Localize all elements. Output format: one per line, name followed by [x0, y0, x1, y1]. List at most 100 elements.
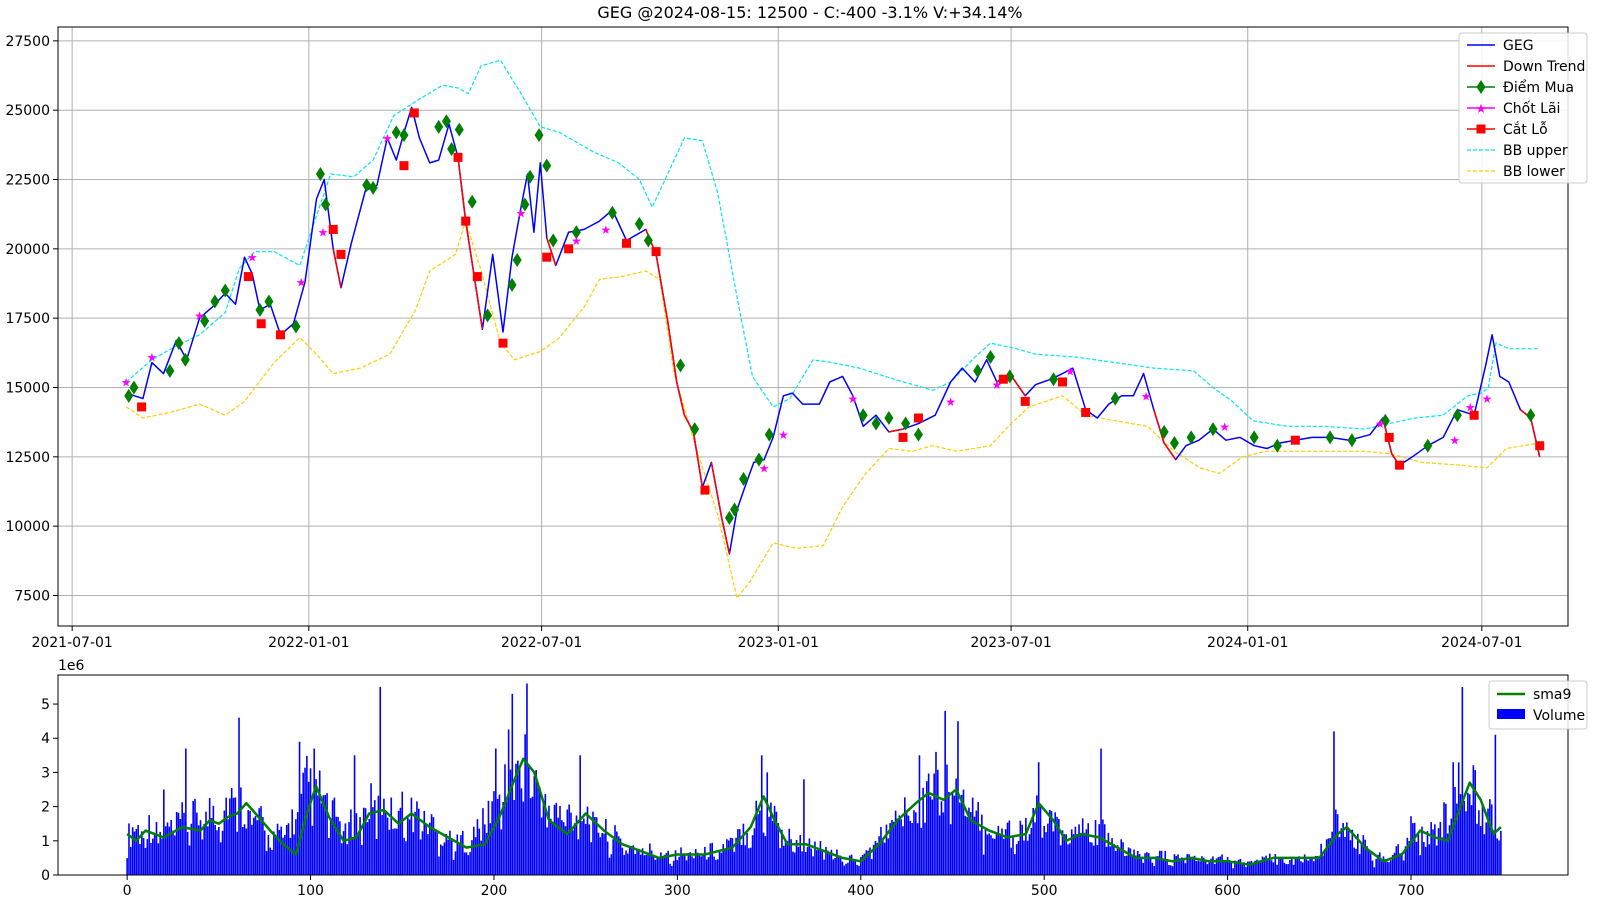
volume-bar — [566, 809, 569, 875]
volume-bar — [694, 849, 697, 875]
volume-bar — [1457, 762, 1460, 875]
volume-bar — [375, 839, 378, 875]
profit-point-marker: ★ — [318, 226, 329, 240]
volume-bar — [922, 787, 924, 875]
price-y-tick-label: 17500 — [5, 311, 50, 327]
volume-bar — [495, 748, 497, 875]
price-legend: GEG Down Trend Điểm Mua ★ Chốt Lãi Cắt L… — [1458, 32, 1588, 184]
volume-bar — [1434, 824, 1436, 875]
volume-bar — [801, 851, 803, 875]
volume-bar — [262, 817, 264, 875]
volume-bar — [1289, 860, 1291, 875]
volume-bar — [1010, 847, 1012, 875]
volume-bar — [1245, 866, 1247, 875]
volume-bar — [892, 821, 895, 875]
volume-bar — [265, 851, 268, 875]
volume-bar — [395, 828, 398, 875]
volume-bar — [1344, 836, 1346, 875]
volume-bar — [476, 819, 479, 875]
volume-bar — [445, 833, 448, 875]
volume-bar — [628, 846, 631, 875]
volume-bar — [394, 828, 396, 875]
volume-bar — [597, 832, 600, 875]
volume-bar — [164, 826, 167, 875]
volume-bar — [1463, 800, 1465, 875]
volume-bar — [1368, 850, 1370, 875]
volume-bar — [843, 865, 846, 875]
volume-bar — [1318, 856, 1321, 875]
volume-bar — [326, 793, 328, 875]
volume-bar — [377, 795, 380, 875]
volume-bar — [186, 831, 189, 875]
volume-bar — [441, 845, 444, 875]
volume-bar — [357, 832, 360, 875]
price-x-tick-label: 2023-01-01 — [738, 635, 819, 651]
volume-bar — [269, 847, 271, 875]
volume-bar — [1430, 822, 1432, 875]
volume-bar — [284, 835, 286, 875]
volume-bar — [920, 827, 923, 875]
volume-bar — [1279, 858, 1282, 875]
volume-bar — [478, 828, 481, 875]
volume-bar — [896, 818, 899, 875]
legend-swatch-volume — [1497, 709, 1525, 719]
volume-bar — [535, 770, 537, 875]
volume-bar — [625, 850, 627, 875]
volume-bar — [1219, 856, 1222, 875]
volume-bar — [1276, 864, 1278, 875]
volume-bar — [1133, 849, 1135, 875]
volume-y-tick-label: 4 — [41, 731, 50, 747]
volume-bar — [731, 838, 734, 875]
volume-bar — [142, 838, 145, 875]
volume-bar — [1025, 817, 1027, 875]
volume-bar — [946, 764, 948, 875]
volume-bar — [388, 829, 391, 875]
volume-bar — [988, 833, 990, 875]
volume-bar — [916, 823, 919, 875]
profit-point-marker: ★ — [296, 276, 307, 290]
volume-x-tick-label: 300 — [664, 883, 691, 899]
legend-label-bb-upper: BB upper — [1503, 143, 1568, 159]
volume-bar — [751, 835, 754, 875]
volume-bar — [1428, 844, 1431, 875]
volume-bar — [1074, 826, 1077, 875]
volume-bar — [605, 819, 607, 875]
volume-bar — [1426, 831, 1429, 875]
volume-bar — [414, 811, 416, 875]
volume-bar — [559, 806, 561, 875]
volume-bar — [550, 818, 552, 875]
volume-bar — [225, 797, 227, 875]
volume-bar — [1481, 803, 1484, 875]
chart-root: GEG @2024-08-15: 12500 - C:-400 -3.1% V:… — [0, 0, 1600, 900]
volume-bar — [759, 810, 761, 875]
volume-bar — [461, 830, 464, 875]
volume-bar — [1129, 848, 1132, 875]
volume-bar — [1386, 861, 1388, 875]
volume-bar — [1340, 828, 1343, 875]
volume-bar — [645, 854, 647, 875]
volume-bar — [1239, 858, 1242, 875]
volume-bar — [1037, 762, 1040, 875]
volume-bar — [1311, 857, 1313, 875]
volume-bar — [236, 831, 238, 875]
volume-bar — [658, 857, 660, 875]
loss-point-marker — [461, 216, 471, 226]
volume-bar — [793, 852, 796, 875]
volume-bar — [1379, 852, 1381, 875]
price-x-tick-label: 2022-01-01 — [268, 635, 349, 651]
volume-bar — [496, 798, 499, 875]
volume-bar — [1080, 834, 1082, 875]
volume-bar — [339, 821, 341, 875]
volume-bar — [705, 859, 708, 875]
volume-bar — [135, 828, 138, 875]
volume-bar — [779, 848, 781, 875]
volume-bar — [883, 842, 886, 875]
volume-bar — [797, 846, 800, 875]
profit-point-marker: ★ — [194, 309, 205, 323]
volume-bar — [524, 734, 526, 875]
volume-bar — [463, 852, 466, 875]
profit-point-marker: ★ — [601, 223, 612, 237]
volume-bar — [245, 828, 248, 875]
volume-bar — [599, 837, 602, 875]
volume-bar — [606, 841, 609, 875]
